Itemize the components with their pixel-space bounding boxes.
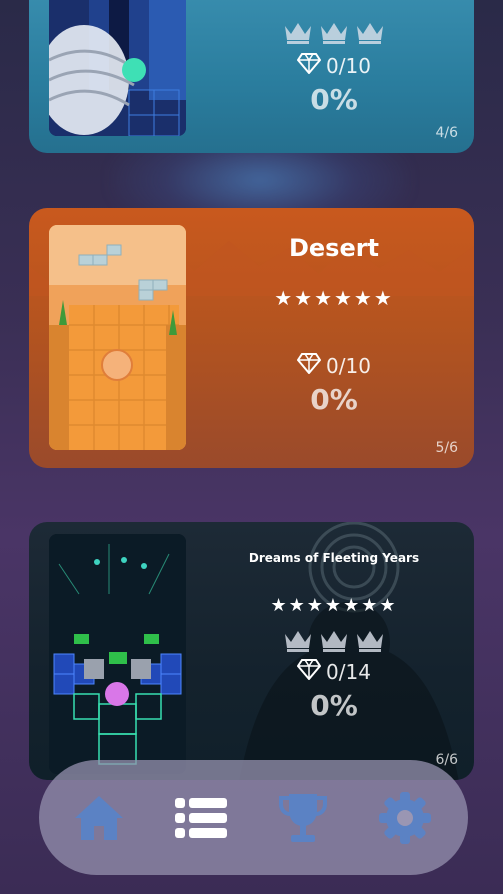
- stars-row: ★★★★★★: [274, 286, 394, 310]
- level-list-button[interactable]: [173, 790, 229, 846]
- level-thumbnail: [49, 225, 186, 450]
- settings-button[interactable]: [377, 790, 433, 846]
- home-button[interactable]: [71, 790, 127, 846]
- crown-icon: [319, 628, 349, 652]
- level-title: Desert: [288, 234, 380, 262]
- settings-icon: [379, 792, 431, 844]
- crown-icon: [355, 628, 385, 652]
- progress-percent: 0%: [310, 383, 358, 416]
- level-number: 6/6: [435, 752, 458, 768]
- gems-text: 0/10: [326, 53, 371, 78]
- level-number: 5/6: [435, 440, 458, 456]
- gems-text: 0/10: [326, 353, 371, 378]
- crown-icon: [283, 628, 313, 652]
- trophy-button[interactable]: [275, 790, 331, 846]
- level-thumbnail: [49, 534, 186, 774]
- progress-percent: 0%: [310, 83, 358, 116]
- level-thumbnail: [49, 0, 186, 136]
- level-card-dreams[interactable]: Dreams of Fleeting Years ★★★★★★★ 0/14 0%…: [29, 522, 474, 780]
- crown-icon: [283, 20, 313, 44]
- gems-text: 0/14: [326, 659, 371, 684]
- level-card-desert[interactable]: Desert ★★★★★★ 0/10 0% 5/6: [29, 208, 474, 468]
- crown-icon: [319, 20, 349, 44]
- diamond-icon: [296, 52, 322, 79]
- level-title: Dreams of Fleeting Years: [248, 551, 420, 565]
- level-list-icon: [175, 798, 227, 838]
- stars-row: ★★★★★★★: [270, 595, 398, 616]
- home-icon: [75, 796, 123, 840]
- level-number: 4/6: [435, 125, 458, 141]
- diamond-icon: [296, 352, 322, 379]
- trophy-icon: [279, 794, 327, 842]
- progress-percent: 0%: [310, 689, 358, 722]
- crown-icon: [355, 20, 385, 44]
- gems-counter: 0/14: [194, 658, 474, 685]
- crowns-row: [194, 20, 474, 44]
- diamond-icon: [296, 658, 322, 685]
- level-card-4[interactable]: 0/10 0% 4/6: [29, 0, 474, 153]
- gems-counter: 0/10: [194, 352, 474, 379]
- bottom-nav: [39, 760, 468, 875]
- gems-counter: 0/10: [194, 52, 474, 79]
- crowns-row: [194, 628, 474, 652]
